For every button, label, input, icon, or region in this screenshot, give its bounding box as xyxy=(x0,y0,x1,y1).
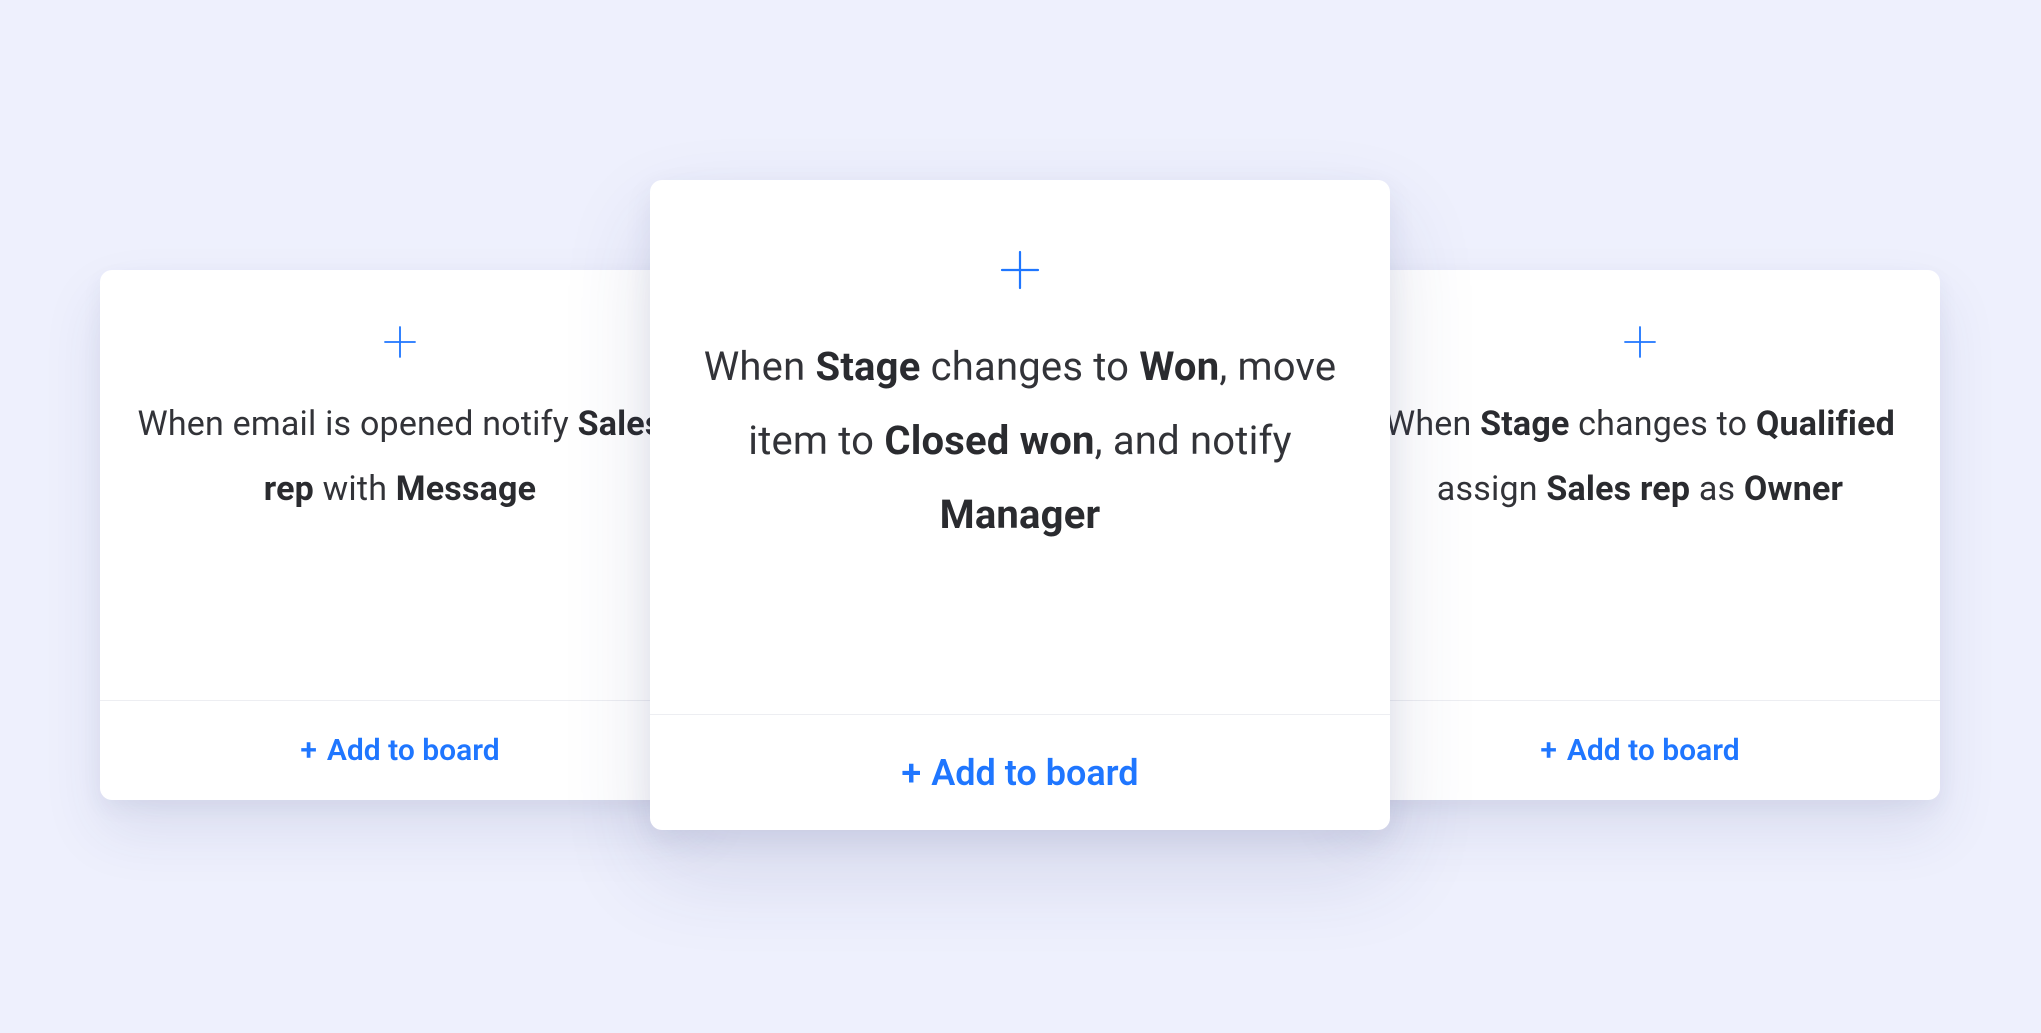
plus-icon xyxy=(996,246,1044,294)
plain-text: When xyxy=(704,343,816,390)
card-plus-area[interactable] xyxy=(650,180,1390,330)
emphasis-text: Owner xyxy=(1744,469,1843,509)
add-to-board-button[interactable]: + Add to board xyxy=(650,714,1390,830)
add-to-board-label: Add to board xyxy=(327,733,500,768)
plus-prefix: + xyxy=(1540,733,1557,768)
plain-text: changes to xyxy=(1570,404,1756,444)
plain-text: When email is opened notify xyxy=(137,404,577,444)
emphasis-text: Message xyxy=(396,469,536,509)
automation-card-right: When Stage changes to Qualified assign S… xyxy=(1340,270,1940,800)
emphasis-text: Closed won xyxy=(884,417,1094,464)
plus-prefix: + xyxy=(901,752,921,794)
plain-text: changes to xyxy=(921,343,1140,390)
add-to-board-label: Add to board xyxy=(931,752,1138,794)
automation-cards-stage: When email is opened notify Sales rep wi… xyxy=(0,0,2041,1033)
emphasis-text: Won xyxy=(1139,343,1219,390)
emphasis-text: Qualified xyxy=(1756,404,1895,444)
plain-text: with xyxy=(314,469,396,509)
emphasis-text: Manager xyxy=(940,491,1101,538)
plain-text: , and notify xyxy=(1095,417,1292,464)
add-to-board-button[interactable]: + Add to board xyxy=(100,700,700,800)
plus-icon xyxy=(380,322,420,362)
plus-icon xyxy=(1620,322,1660,362)
emphasis-text: Stage xyxy=(1480,404,1569,444)
automation-description: When Stage changes to Won, move item to … xyxy=(650,330,1390,714)
automation-description: When email is opened notify Sales rep wi… xyxy=(100,392,700,700)
automation-card-center: When Stage changes to Won, move item to … xyxy=(650,180,1390,830)
card-plus-area[interactable] xyxy=(1340,270,1940,392)
emphasis-text: Stage xyxy=(815,343,920,390)
plain-text: When xyxy=(1385,404,1480,444)
plain-text: as xyxy=(1690,469,1744,509)
emphasis-text: Sales rep xyxy=(1546,469,1690,509)
add-to-board-label: Add to board xyxy=(1567,733,1740,768)
automation-card-left: When email is opened notify Sales rep wi… xyxy=(100,270,700,800)
automation-description: When Stage changes to Qualified assign S… xyxy=(1340,392,1940,700)
add-to-board-button[interactable]: + Add to board xyxy=(1340,700,1940,800)
plus-prefix: + xyxy=(300,733,317,768)
plain-text: assign xyxy=(1437,469,1547,509)
card-plus-area[interactable] xyxy=(100,270,700,392)
